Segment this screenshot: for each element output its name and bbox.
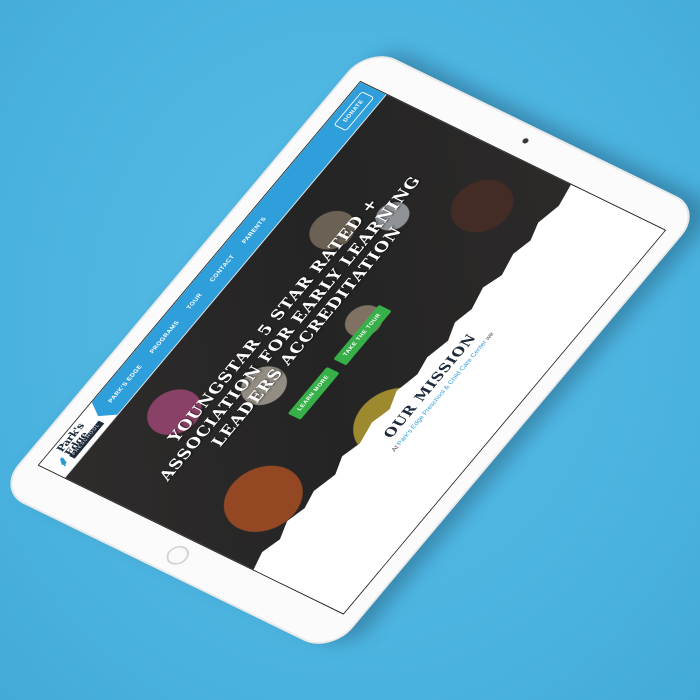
home-button[interactable] [161, 542, 194, 569]
mission-text-suffix: we [483, 331, 496, 343]
camera-icon [521, 137, 530, 145]
nav-item-tour[interactable]: TOUR [185, 292, 203, 310]
